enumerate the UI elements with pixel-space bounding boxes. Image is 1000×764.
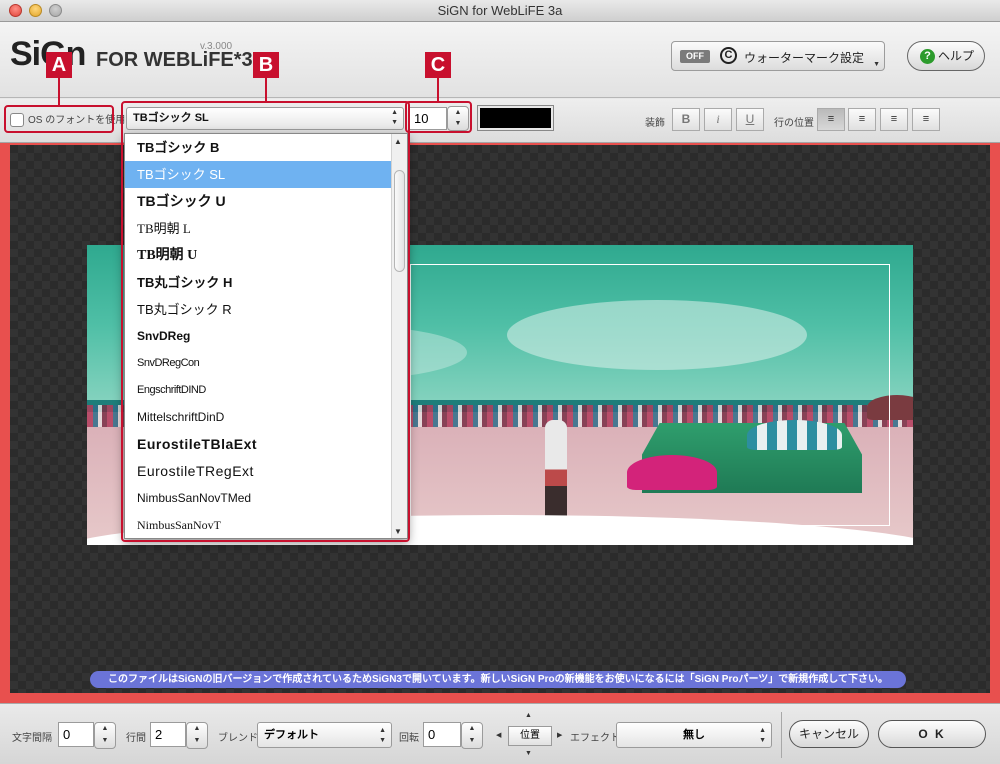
callout-b-box [121,101,410,542]
cancel-button[interactable]: キャンセル [789,720,869,748]
bottom-bar: 文字間隔 0 ▲ ▼ 行間 2 ▲ ▼ ブレンド デフォルト ▲ ▼ 回転 0 ▲ ▼ … [0,703,1000,764]
blend-label: ブレンド [218,733,258,744]
callout-b-label: B [253,52,279,78]
align-justify-icon: ≡ [922,113,930,125]
callout-c-label: C [425,52,451,78]
blend-value: デフォルト [264,729,319,741]
effect-value: 無し [683,729,705,741]
callout-a-line [58,78,60,105]
align-center-button[interactable]: ≡ [848,108,876,131]
letter-spacing-stepper[interactable]: ▲ ▼ [94,722,116,749]
decoration-label: 装飾 [645,118,665,129]
title-bar: SiGN for WebLiFE 3a [0,0,1000,22]
text-color-well[interactable] [477,105,554,131]
line-spacing-stepper[interactable]: ▲ ▼ [186,722,208,749]
move-down-arrow-icon[interactable]: ▼ [525,750,532,757]
watermark-label: ウォーターマーク設定 [744,51,865,65]
position-pad[interactable]: ▲ ◀ 位置 ▶ ▼ [494,710,566,762]
line-spacing-label: 行間 [126,733,146,744]
logo-sub-text: FOR WEBLiFE*3 [96,49,253,71]
version-label: v.3.000 [200,41,233,52]
move-up-arrow-icon[interactable]: ▲ [525,712,532,719]
italic-button[interactable]: i [704,108,732,131]
watermark-settings-button[interactable]: OFF C ウォーターマーク設定 ▼ [671,41,885,71]
align-center-icon: ≡ [858,113,866,125]
help-label: ヘルプ [938,49,975,63]
position-label: 位置 [508,726,552,746]
letter-spacing-input[interactable]: 0 [58,722,94,747]
align-left-icon: ≡ [827,113,835,125]
letter-spacing-label: 文字間隔 [12,733,52,744]
line-spacing-input[interactable]: 2 [150,722,186,747]
callout-a-box [4,105,114,133]
chevron-down-icon: ▲ ▼ [379,727,386,744]
watermark-off-badge[interactable]: OFF [680,50,710,63]
blend-select[interactable]: デフォルト ▲ ▼ [257,722,392,748]
dropdown-arrow-icon: ▼ [873,61,880,68]
align-right-icon: ≡ [890,113,898,125]
window-title: SiGN for WebLiFE 3a [437,3,563,18]
ok-button[interactable]: O K [878,720,986,748]
rotation-input[interactable]: 0 [423,722,461,747]
app-header: SiGn FOR WEBLiFE*3 v.3.000 OFF C ウォーターマー… [0,22,1000,98]
copyright-icon: C [720,47,737,64]
rotation-stepper[interactable]: ▲ ▼ [461,722,483,749]
rotation-label: 回転 [399,733,419,744]
callout-c-box [405,101,472,133]
effect-label: エフェクト [570,733,620,744]
bottom-divider [781,712,782,758]
underline-button[interactable]: U [736,108,764,131]
move-left-arrow-icon[interactable]: ◀ [496,731,501,739]
move-right-arrow-icon[interactable]: ▶ [557,731,562,739]
align-justify-button[interactable]: ≡ [912,108,940,131]
minimize-window-button[interactable] [29,4,42,17]
align-left-button[interactable]: ≡ [817,108,845,131]
line-position-label: 行の位置 [774,118,814,129]
help-button[interactable]: ? ヘルプ [907,41,985,71]
color-swatch [480,108,551,128]
callout-c-line [437,78,439,101]
effect-select[interactable]: 無し ▲ ▼ [616,722,772,748]
bold-button[interactable]: B [672,108,700,131]
chevron-down-icon: ▲ ▼ [759,727,766,744]
legacy-file-notice: このファイルはSiGNの旧バージョンで作成されているためSiGN3で開いています… [90,671,906,688]
app-window: SiGN for WebLiFE 3a SiGn FOR WEBLiFE*3 v… [0,0,1000,764]
zoom-window-button[interactable] [49,4,62,17]
align-right-button[interactable]: ≡ [880,108,908,131]
callout-a-label: A [46,52,72,78]
help-icon: ? [920,49,935,64]
text-area-selection[interactable] [410,264,890,526]
close-window-button[interactable] [9,4,22,17]
callout-b-line [265,78,267,101]
